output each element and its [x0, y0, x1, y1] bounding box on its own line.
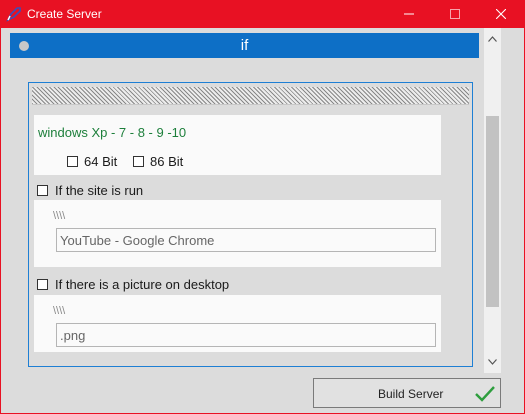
scroll-up-icon[interactable]	[484, 31, 501, 48]
checkbox-64-bit[interactable]: 64 Bit	[67, 154, 117, 169]
checkbox-box[interactable]	[37, 185, 48, 196]
scroll-down-icon[interactable]	[484, 354, 501, 371]
os-title: windows Xp - 7 - 8 - 9 -10	[38, 125, 187, 140]
scroll-thumb[interactable]	[486, 116, 499, 307]
picture-extension-input[interactable]: .png	[56, 323, 436, 347]
checkbox-box[interactable]	[37, 279, 48, 290]
checkbox-box[interactable]	[133, 156, 144, 167]
scroll-container: if windows Xp - 7 - 8 - 9 -10 64 Bit 86 …	[1, 28, 524, 373]
options-panel: windows Xp - 7 - 8 - 9 -10 64 Bit 86 Bit…	[28, 82, 473, 367]
os-card: windows Xp - 7 - 8 - 9 -10 64 Bit 86 Bit	[34, 115, 441, 175]
picture-card: \\\\ .png	[34, 295, 441, 352]
title-bar[interactable]: Create Server	[1, 1, 524, 28]
checkbox-box[interactable]	[67, 156, 78, 167]
checkbox-site-run[interactable]: If the site is run	[37, 183, 143, 198]
site-card: \\\\ YouTube - Google Chrome	[34, 200, 441, 267]
vertical-scrollbar[interactable]	[484, 28, 501, 373]
minimize-button[interactable]	[386, 1, 432, 28]
build-server-label: Build Server	[378, 387, 444, 401]
close-button[interactable]	[478, 1, 524, 28]
rocket-icon	[5, 5, 23, 23]
picture-prefix: \\\\	[53, 305, 66, 317]
checkbox-label: 64 Bit	[84, 154, 118, 169]
hatch-divider	[32, 87, 469, 105]
site-title-input[interactable]: YouTube - Google Chrome	[56, 228, 436, 252]
create-server-window: Create Server if windows Xp - 7 - 8 - 9 …	[0, 0, 525, 414]
maximize-button[interactable]	[432, 1, 478, 28]
build-server-button[interactable]: Build Server	[313, 378, 501, 408]
header-title: if	[240, 37, 249, 54]
checkbox-86-bit[interactable]: 86 Bit	[133, 154, 183, 169]
window-title: Create Server	[27, 7, 102, 21]
checkbox-label: If the site is run	[55, 183, 144, 198]
header-bar: if	[10, 33, 479, 58]
site-prefix: \\\\	[53, 210, 66, 222]
checkbox-label: If there is a picture on desktop	[55, 277, 230, 292]
checkbox-label: 86 Bit	[150, 154, 184, 169]
check-icon	[474, 385, 496, 406]
checkbox-picture-desktop[interactable]: If there is a picture on desktop	[37, 277, 229, 292]
